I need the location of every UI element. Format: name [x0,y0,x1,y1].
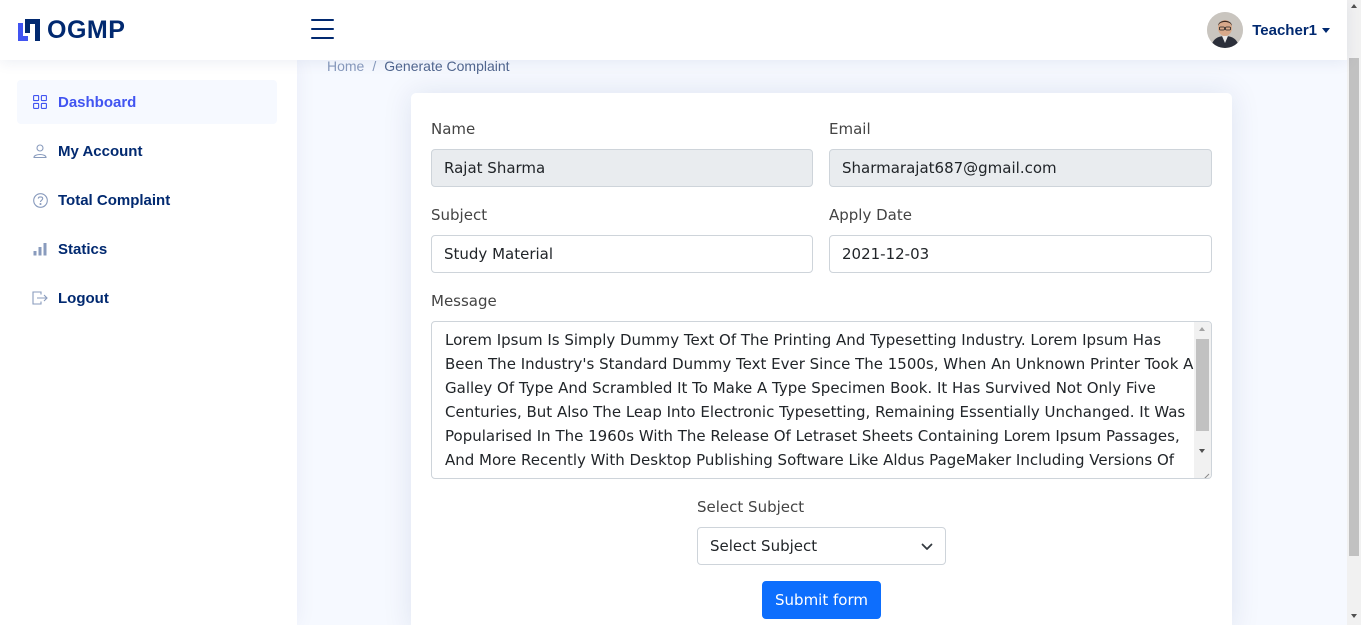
breadcrumb-current: Generate Complaint [384,58,510,74]
sidebar-nav: Dashboard My Account Total Complaint Sta… [17,80,277,325]
chevron-down-icon [1322,28,1330,33]
top-header: OGMP Teacher1 [0,0,1347,60]
logo-mark-icon [16,17,42,43]
sidebar-toggle-icon[interactable] [311,19,334,41]
resize-handle-icon[interactable] [1200,467,1210,478]
logo-text: OGMP [47,16,126,44]
user-name: Teacher1 [1252,21,1317,39]
sidebar-item-logout[interactable]: Logout [17,276,277,320]
select-subject-dropdown[interactable]: Select Subject [697,527,946,565]
scroll-down-icon[interactable] [1199,449,1205,453]
person-icon [32,143,48,159]
sidebar: Dashboard My Account Total Complaint Sta… [0,60,297,625]
chevron-down-icon [921,537,933,555]
bar-chart-icon [32,241,48,257]
question-circle-icon [32,192,48,208]
sidebar-item-label: Logout [58,289,109,307]
apply-date-label: Apply Date [829,206,912,224]
message-scrollbar[interactable] [1194,322,1211,478]
page-scrollbar[interactable] [1347,0,1361,625]
page-scroll-thumb[interactable] [1349,58,1359,556]
name-label: Name [431,120,476,138]
sidebar-item-my-account[interactable]: My Account [17,129,277,173]
breadcrumb: Home / Generate Complaint [327,58,510,74]
message-scroll-thumb[interactable] [1196,339,1209,431]
grid-icon [32,94,48,110]
sidebar-item-total-complaint[interactable]: Total Complaint [17,178,277,222]
email-field[interactable]: Sharmarajat687@gmail.com [829,149,1212,187]
sidebar-item-label: My Account [58,142,143,160]
sidebar-item-dashboard[interactable]: Dashboard [17,80,277,124]
sidebar-item-label: Dashboard [58,93,137,111]
email-label: Email [829,120,871,138]
user-menu[interactable]: Teacher1 [1207,12,1330,48]
subject-field[interactable]: Study Material [431,235,813,273]
name-field[interactable]: Rajat Sharma [431,149,813,187]
subject-label: Subject [431,206,488,224]
complaint-form-card: Name Rajat Sharma Email Sharmarajat687@g… [411,93,1232,625]
breadcrumb-home-link[interactable]: Home [327,58,364,74]
breadcrumb-separator: / [372,58,377,74]
sidebar-item-label: Statics [58,240,108,258]
box-arrow-right-icon [32,290,48,306]
message-textarea[interactable]: Lorem Ipsum Is Simply Dummy Text Of The … [431,321,1212,479]
sidebar-item-statics[interactable]: Statics [17,227,277,271]
scroll-up-icon[interactable] [1351,4,1357,8]
apply-date-field[interactable]: 2021-12-03 [829,235,1212,273]
select-subject-label: Select Subject [697,498,805,516]
select-subject-value: Select Subject [710,537,818,555]
message-label: Message [431,292,497,310]
message-text: Lorem Ipsum Is Simply Dummy Text Of The … [445,331,1194,469]
scroll-down-icon[interactable] [1351,614,1357,618]
scroll-up-icon[interactable] [1199,327,1205,331]
sidebar-item-label: Total Complaint [58,191,171,209]
logo[interactable]: OGMP [16,17,125,43]
submit-button[interactable]: Submit form [762,581,881,619]
avatar [1207,12,1244,48]
